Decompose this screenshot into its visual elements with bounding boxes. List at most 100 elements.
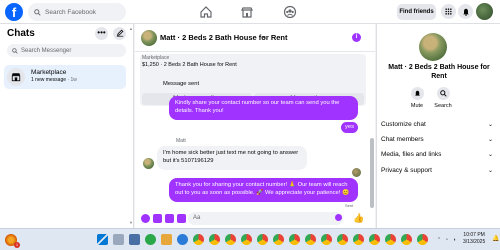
conversation-info-button[interactable]: i xyxy=(352,33,361,42)
grid-menu-icon xyxy=(445,8,452,15)
chevron-down-icon[interactable]: ⌄ xyxy=(261,32,267,40)
mute-button[interactable] xyxy=(411,87,424,100)
chrome-icon[interactable] xyxy=(305,234,316,245)
sender-avatar[interactable] xyxy=(143,158,154,169)
conversation-title[interactable]: Matt · 2 Beds 2 Bath House for Rent xyxy=(160,33,288,42)
thumbs-up-icon[interactable]: 👍 xyxy=(353,213,364,224)
file-explorer-icon[interactable] xyxy=(161,234,172,245)
chat-members-row[interactable]: Chat members ⌄ xyxy=(381,133,493,147)
chrome-icon[interactable] xyxy=(369,234,380,245)
listing-price-title[interactable]: $1,250 · 2 Beds 2 Bath House for Rent xyxy=(142,62,237,68)
scroll-up-arrow-icon[interactable]: ▲ xyxy=(129,26,133,31)
conversation-scrollbar[interactable] xyxy=(369,78,375,218)
messenger-search-placeholder: Search Messenger xyxy=(21,47,72,54)
privacy-support-row[interactable]: Privacy & support ⌄ xyxy=(381,164,493,178)
notification-bell-icon[interactable]: 🔔 xyxy=(492,235,499,242)
facebook-search-input[interactable]: Search Facebook xyxy=(28,3,126,21)
marketplace-icon[interactable] xyxy=(240,5,254,19)
listing-kicker: Marketplace xyxy=(142,55,170,61)
privacy-support-label: Privacy & support xyxy=(381,167,432,174)
unread-count: 1 new message xyxy=(31,77,67,83)
task-view-icon[interactable] xyxy=(129,234,140,245)
scroll-down-arrow-icon[interactable]: ▼ xyxy=(129,220,133,225)
windows-taskbar: 1 ⌃ ◔ ◖ 10:07 PM 3/13/2025 🔔 xyxy=(0,228,500,250)
windows-start-icon[interactable] xyxy=(97,234,108,245)
find-friends-button[interactable]: Find friends xyxy=(397,4,436,20)
customize-chat-label: Customize chat xyxy=(381,121,426,128)
search-icon xyxy=(12,47,18,54)
search-in-conversation-button[interactable] xyxy=(437,87,450,100)
plus-icon[interactable] xyxy=(141,214,150,223)
last-message-time: · 1w xyxy=(67,77,77,83)
chrome-icon[interactable] xyxy=(209,234,220,245)
chats-heading: Chats xyxy=(7,28,35,39)
details-avatar[interactable] xyxy=(419,33,447,61)
message-sender-name: Matt xyxy=(176,138,186,144)
message-bubble-outgoing: Kindly share your contact number so our … xyxy=(169,96,358,120)
gif-icon[interactable] xyxy=(177,214,186,223)
profile-avatar[interactable] xyxy=(476,3,493,20)
emoji-icon[interactable] xyxy=(335,214,342,221)
chevron-down-icon: ⌄ xyxy=(487,152,493,158)
wifi-icon[interactable]: ◔ xyxy=(445,237,448,243)
photo-icon[interactable] xyxy=(153,214,162,223)
marketplace-avatar xyxy=(7,68,25,86)
messenger-search-input[interactable]: Search Messenger xyxy=(7,44,126,57)
message-bubble-outgoing: yes xyxy=(341,122,358,133)
message-input[interactable]: Aa xyxy=(188,212,343,225)
menu-button[interactable] xyxy=(441,4,456,19)
search-icon[interactable] xyxy=(113,234,124,245)
chrome-icon[interactable] xyxy=(289,234,300,245)
scrollbar-thumb[interactable] xyxy=(370,138,374,208)
chats-sidebar: Chats ••• Search Messenger Marketplace 1… xyxy=(0,24,134,228)
weather-badge: 1 xyxy=(14,242,20,248)
conversation-panel: Matt · 2 Beds 2 Bath House for Rent ⌄ i … xyxy=(135,24,375,228)
chrome-icon[interactable] xyxy=(257,234,268,245)
chrome-icon[interactable] xyxy=(225,234,236,245)
chrome-icon[interactable] xyxy=(417,234,428,245)
chrome-icon[interactable] xyxy=(321,234,332,245)
system-clock[interactable]: 10:07 PM 3/13/2025 xyxy=(463,232,485,246)
chat-list-item-title: Marketplace xyxy=(31,69,67,76)
storefront-icon xyxy=(11,73,21,82)
edge-browser-icon[interactable] xyxy=(177,234,188,245)
chrome-icon[interactable] xyxy=(241,234,252,245)
search-icon xyxy=(34,8,41,16)
search-label: Search xyxy=(434,103,452,109)
message-list: Message sent Kindly share your contact n… xyxy=(135,78,369,218)
facebook-logo[interactable]: f xyxy=(5,3,23,21)
chrome-icon[interactable] xyxy=(401,234,412,245)
chrome-icon[interactable] xyxy=(193,234,204,245)
notifications-button[interactable] xyxy=(458,4,473,19)
clock-date: 3/13/2025 xyxy=(463,239,486,245)
chrome-icon[interactable] xyxy=(385,234,396,245)
chrome-icon[interactable] xyxy=(273,234,284,245)
groups-icon[interactable] xyxy=(283,5,297,19)
chat-members-label: Chat members xyxy=(381,136,424,143)
sticker-icon[interactable] xyxy=(165,214,174,223)
chrome-icon[interactable] xyxy=(353,234,364,245)
chats-options-button[interactable]: ••• xyxy=(95,27,108,40)
media-files-links-row[interactable]: Media, files and links ⌄ xyxy=(381,148,493,162)
conversation-header: Matt · 2 Beds 2 Bath House for Rent ⌄ i xyxy=(135,24,375,52)
message-composer: Aa 👍 xyxy=(135,208,375,228)
chrome-icon[interactable] xyxy=(337,234,348,245)
message-bubble-incoming: Message sent xyxy=(157,80,207,89)
volume-icon[interactable]: ◖ xyxy=(453,237,456,243)
clock-time: 10:07 PM xyxy=(463,232,485,238)
bell-icon xyxy=(415,90,420,96)
chat-list-item-marketplace[interactable]: Marketplace 1 new message · 1w xyxy=(4,65,126,89)
details-title: Matt · 2 Beds 2 Bath House for Rent xyxy=(388,64,490,80)
customize-chat-row[interactable]: Customize chat ⌄ xyxy=(381,118,493,132)
conversation-details-panel: Matt · 2 Beds 2 Bath House for Rent Mute… xyxy=(376,24,500,228)
search-placeholder: Search Facebook xyxy=(45,8,96,16)
tray-overflow-icon[interactable]: ⌃ xyxy=(437,237,441,243)
home-icon[interactable] xyxy=(199,5,213,19)
media-files-links-label: Media, files and links xyxy=(381,151,442,158)
conversation-avatar[interactable] xyxy=(141,30,157,46)
bell-icon xyxy=(462,8,469,16)
message-bubble-incoming: I'm home sick better just text me not go… xyxy=(157,146,307,170)
whatsapp-icon[interactable] xyxy=(145,234,156,245)
new-message-button[interactable] xyxy=(113,27,126,40)
message-bubble-outgoing: Thank you for sharing your contact numbe… xyxy=(169,178,358,202)
